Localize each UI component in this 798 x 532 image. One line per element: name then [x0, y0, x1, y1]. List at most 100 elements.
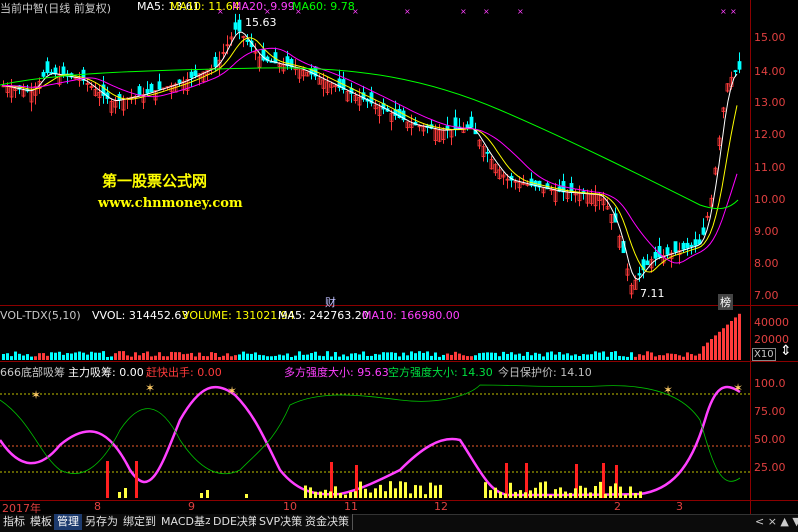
- volume-bar: [278, 354, 281, 360]
- volume-bar: [10, 356, 13, 360]
- candle-body: [665, 247, 670, 255]
- volume-bar: [110, 356, 113, 360]
- strength-histogram-bar: [629, 486, 632, 498]
- accumulation-bar: [602, 463, 605, 498]
- strength-histogram-bar: [639, 491, 642, 498]
- volume-bar: [78, 351, 81, 360]
- volume-bar: [258, 354, 261, 360]
- volume-bar: [290, 356, 293, 360]
- volume-bar: [250, 353, 253, 360]
- strength-histogram-bar: [569, 492, 572, 498]
- volume-ma5-label: MA5: 242763.20: [278, 309, 369, 322]
- volume-bar: [182, 354, 185, 360]
- resize-arrow-icon[interactable]: ⇕: [780, 343, 792, 359]
- volume-bar: [694, 355, 697, 360]
- strength-histogram-bar: [369, 492, 372, 498]
- strength-histogram-bar: [419, 485, 422, 498]
- volume-bar: [358, 354, 361, 360]
- volume-bar: [558, 352, 561, 360]
- strength-histogram-bar: [524, 492, 527, 498]
- volume-bar: [426, 351, 429, 360]
- candle-body: [149, 83, 154, 93]
- month-label: 9: [188, 500, 195, 513]
- volume-bar: [666, 353, 669, 360]
- price-axis-border: [750, 0, 751, 514]
- month-label: 11: [344, 500, 358, 513]
- strength-histogram-bar: [529, 490, 532, 498]
- indicator-tick: 75.00: [754, 405, 786, 418]
- volume-ma10-label: MA10: 166980.00: [362, 309, 460, 322]
- watermark-title: 第一股票公式网: [102, 172, 208, 190]
- strength-histogram-bar: [509, 482, 512, 498]
- buy-signal-icon: ✶: [227, 384, 237, 398]
- strength-histogram-bar: [499, 491, 502, 498]
- volume-bar: [606, 356, 609, 360]
- volume-bar: [342, 354, 345, 360]
- strength-histogram-bar: [364, 488, 367, 498]
- volume-bar: [714, 335, 717, 360]
- tab-template[interactable]: 模板: [27, 514, 56, 530]
- volume-bar: [554, 354, 557, 360]
- price-tick: 11.00: [754, 161, 786, 174]
- tab-bind-to[interactable]: 绑定到: [120, 514, 160, 530]
- volume-bar: [38, 353, 41, 360]
- chart-canvas[interactable]: × × × × × × × × × ×✶ ✶ ✶ ✶ ✶: [0, 0, 798, 531]
- volume-bar: [602, 351, 605, 360]
- strength-histogram-bar: [574, 488, 577, 498]
- indicator-name[interactable]: 666底部吸筹: [0, 364, 65, 380]
- price-tick: 9.00: [754, 225, 779, 238]
- strength-histogram-bar: [434, 485, 437, 498]
- volume-bar: [198, 352, 201, 360]
- event-bang-marker[interactable]: 榜: [718, 294, 733, 310]
- volume-bar: [418, 351, 421, 360]
- bull-strength-label: 多方强度大小: 95.63: [284, 366, 389, 379]
- sell-signal-label: 赶快出手: 0.00: [146, 366, 222, 379]
- volume-bar: [22, 355, 25, 360]
- volume-bar: [522, 355, 525, 360]
- volume-bar: [698, 353, 701, 360]
- candle-body: [45, 61, 50, 74]
- volume-bar: [282, 355, 285, 360]
- strength-histogram-bar: [519, 490, 522, 498]
- volume-bar: [378, 354, 381, 360]
- strength-histogram-bar: [124, 488, 127, 498]
- volume-bar: [66, 353, 69, 360]
- volume-bar: [646, 351, 649, 360]
- volume-bar: [462, 355, 465, 360]
- toolbar-nav-arrows[interactable]: < × ▲ ▼: [755, 515, 798, 528]
- strength-histogram-bar: [619, 486, 622, 498]
- volume-bar: [286, 353, 289, 360]
- strength-histogram-bar: [554, 489, 557, 498]
- tab-fund[interactable]: 资金决策: [302, 514, 353, 530]
- volume-bar: [450, 354, 453, 360]
- strength-histogram-bar: [549, 494, 552, 498]
- tab-manage[interactable]: 管理: [54, 514, 83, 530]
- volume-indicator-name[interactable]: VOL-TDX(5,10): [0, 309, 81, 322]
- volume-bar: [650, 352, 653, 360]
- candle-body: [157, 81, 162, 90]
- volume-bar: [478, 353, 481, 360]
- candle-body: [653, 251, 658, 259]
- tab-indicator[interactable]: 指标: [0, 514, 29, 530]
- tab-save-as[interactable]: 另存为: [82, 514, 122, 530]
- strength-histogram-bar: [584, 487, 587, 498]
- candle-body: [145, 89, 150, 94]
- strength-histogram-bar: [504, 493, 507, 498]
- volume-bar: [114, 353, 117, 360]
- ma10-label: MA10: 11.64: [170, 0, 240, 13]
- volume-bar: [62, 354, 65, 360]
- volume-bar: [382, 352, 385, 360]
- event-cai-marker[interactable]: 财: [325, 294, 336, 310]
- strength-histogram-bar: [319, 491, 322, 498]
- volume-tick: 40000: [754, 316, 789, 329]
- volume-bar: [366, 355, 369, 360]
- candle-body: [469, 116, 474, 128]
- volume-bar: [474, 355, 477, 360]
- tab-dde[interactable]: DDE决策: [210, 514, 263, 530]
- buy-signal-icon: ✶: [145, 381, 155, 395]
- strength-histogram-bar: [349, 492, 352, 498]
- tab-svp[interactable]: SVP决策: [256, 514, 307, 530]
- volume-bar: [626, 356, 629, 360]
- volume-bar: [2, 353, 5, 360]
- accumulation-bar: [135, 461, 138, 498]
